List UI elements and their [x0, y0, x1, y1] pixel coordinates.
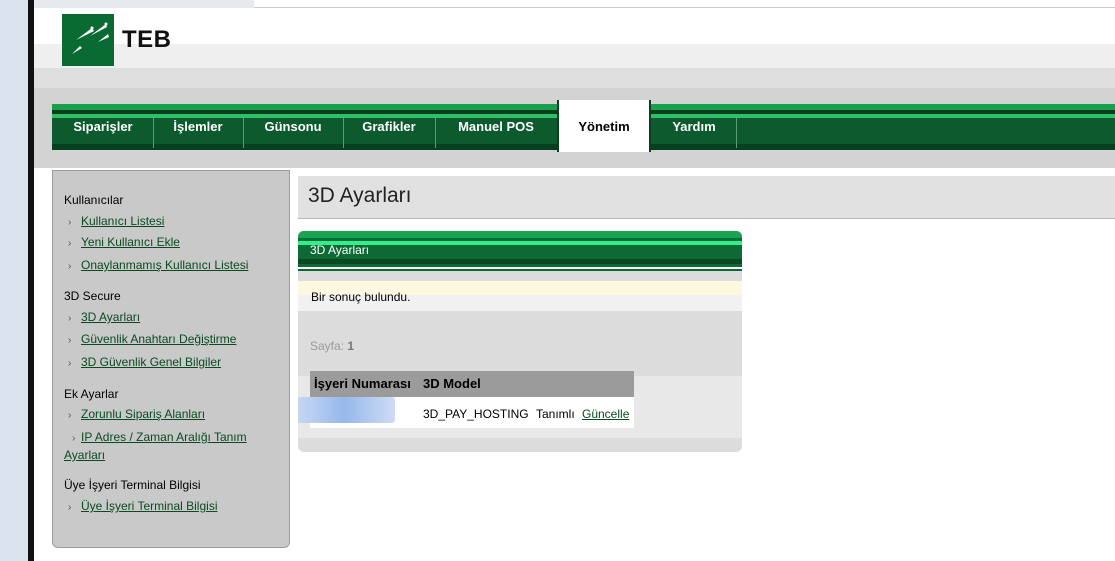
result-message: Bir sonuç bulundu.	[298, 281, 742, 311]
pager-label: Sayfa:	[310, 339, 345, 353]
nav-item-yonetim[interactable]: Yönetim	[557, 100, 651, 152]
sidebar-link-ip-adres[interactable]: › IP Adres / Zaman Aralığı Tanım Ayarları	[64, 429, 274, 463]
brand-name: TEB	[122, 26, 172, 53]
nav-item-islemler[interactable]: İşlemler	[154, 104, 242, 150]
chevron-right-icon: ›	[68, 313, 72, 324]
chevron-right-icon: ›	[68, 238, 72, 249]
panel-title: 3D Ayarları	[310, 243, 370, 257]
panel-header: 3D Ayarları	[298, 231, 742, 271]
desktop-edge	[0, 0, 28, 561]
chevron-right-icon: ›	[68, 261, 72, 272]
sidebar-link-kullanici-listesi[interactable]: › Kullanıcı Listesi	[68, 214, 164, 228]
cell-status: Tanımlı	[536, 407, 575, 421]
chevron-right-icon: ›	[68, 410, 72, 421]
pager-page-number[interactable]: 1	[347, 339, 354, 353]
page-title: 3D Ayarları	[308, 184, 412, 207]
sidebar-link-uye-isyeri-terminal[interactable]: › Üye İşyeri Terminal Bilgisi	[68, 499, 217, 513]
nav-item-yardim[interactable]: Yardım	[652, 104, 736, 150]
nav-item-grafikler[interactable]: Grafikler	[344, 104, 434, 150]
nav-item-siparisler[interactable]: Siparişler	[54, 104, 152, 150]
chevron-right-icon: ›	[68, 358, 72, 369]
chevron-right-icon: ›	[68, 502, 72, 513]
sidebar-group-ek-ayarlar: Ek Ayarlar	[64, 387, 119, 401]
column-header-isyeri-numarasi: İşyeri Numarası	[314, 376, 411, 391]
table-row: 3D_PAY_HOSTING Tanımlı Güncelle	[298, 397, 634, 428]
app-window: TEB Siparişler İşlemler Günsonu Grafikle…	[34, 0, 1115, 561]
table-header: İşyeri Numarası 3D Model	[310, 371, 634, 397]
chevron-right-icon: ›	[68, 217, 72, 228]
sidebar-link-zorunlu-siparis[interactable]: › Zorunlu Sipariş Alanları	[68, 407, 205, 421]
nav-item-gunsonu[interactable]: Günsonu	[244, 104, 342, 150]
nav-item-manuel-pos[interactable]: Manuel POS	[436, 104, 556, 150]
browser-top-edge	[34, 0, 1115, 8]
sidebar-link-guvenlik-anahtari[interactable]: › Güvenlik Anahtarı Değiştirme	[68, 332, 236, 346]
page-title-bar: 3D Ayarları	[298, 176, 1115, 219]
main-nav: Siparişler İşlemler Günsonu Grafikler Ma…	[52, 100, 1115, 152]
result-message-text: Bir sonuç bulundu.	[311, 290, 411, 304]
sidebar: Kullanıcılar › Kullanıcı Listesi › Yeni Ku…	[52, 170, 290, 548]
sidebar-group-uye-isyeri: Üye İşyeri Terminal Bilgisi	[64, 478, 201, 492]
settings-panel: 3D Ayarları Bir sonuç bulundu. Sayfa: 1 …	[298, 231, 742, 452]
sidebar-link-3d-ayarlari[interactable]: › 3D Ayarları	[68, 310, 140, 324]
pager: Sayfa: 1	[310, 339, 354, 353]
update-link[interactable]: Güncelle	[582, 407, 629, 421]
chevron-right-icon: ›	[68, 335, 72, 346]
sidebar-link-onaylanmamis-kullanici[interactable]: › Onaylanmamış Kullanıcı Listesi	[68, 258, 248, 272]
column-header-3d-model: 3D Model	[423, 376, 481, 391]
sidebar-link-3d-guvenlik-bilgiler[interactable]: › 3D Güvenlik Genel Bilgiler	[68, 355, 221, 369]
redacted-merchant-number	[298, 397, 395, 423]
sidebar-group-kullanicilar: Kullanıcılar	[64, 193, 124, 207]
sidebar-link-yeni-kullanici-ekle[interactable]: › Yeni Kullanıcı Ekle	[68, 235, 180, 249]
cell-3d-model: 3D_PAY_HOSTING	[423, 407, 529, 421]
teb-logo-icon	[62, 14, 114, 66]
sidebar-group-3d-secure: 3D Secure	[64, 289, 121, 303]
chevron-right-icon: ›	[72, 433, 76, 444]
